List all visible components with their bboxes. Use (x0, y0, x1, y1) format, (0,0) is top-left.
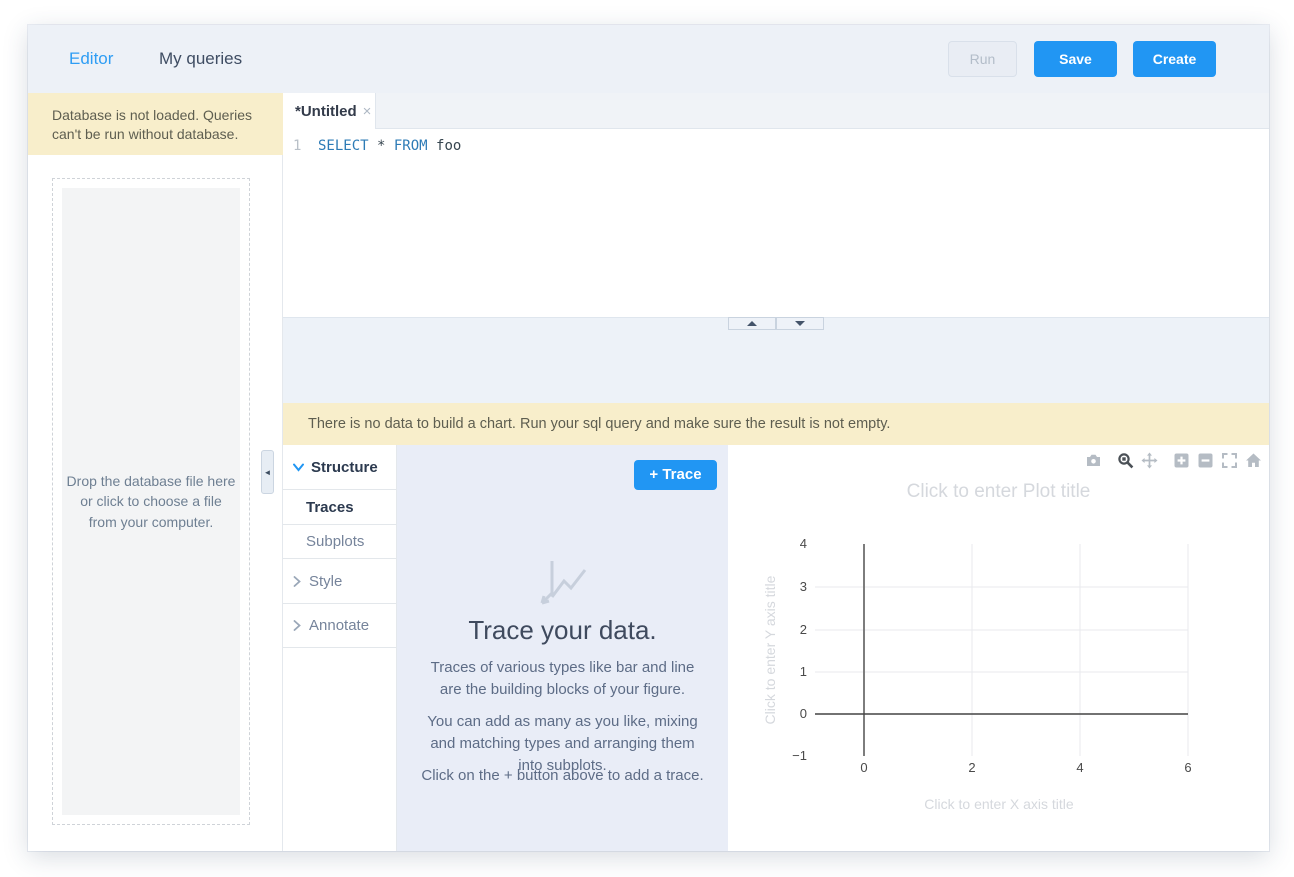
header: Editor My queries Run Save Create (28, 25, 1269, 94)
structure-label: Structure (311, 459, 378, 476)
chevron-down-icon (293, 463, 304, 472)
database-dropzone[interactable]: Drop the database file here or click to … (52, 178, 250, 825)
sql-table-name: foo (428, 138, 462, 154)
chevron-left-icon: ◄ (264, 468, 272, 477)
trace-paragraph-1: Traces of various types like bar and lin… (419, 657, 706, 701)
traces-panel: + Trace Trace your data. Traces of vario… (397, 445, 728, 851)
structure-sidebar: Structure Traces Subplots Style Annotate (283, 445, 397, 851)
traces-label: Traces (306, 499, 354, 516)
x-tick: 4 (1065, 760, 1095, 775)
x-tick: 2 (957, 760, 987, 775)
plot-preview: Click to enter Plot title 4 3 2 1 0 −1 (728, 445, 1269, 851)
sidebar-item-subplots[interactable]: Subplots (283, 525, 396, 559)
chevron-right-icon (293, 576, 301, 587)
sidebar-item-annotate[interactable]: Annotate (283, 604, 396, 648)
triangle-down-icon (795, 321, 805, 326)
chart-empty-warning: There is no data to build a chart. Run y… (283, 403, 1269, 445)
app-window: Editor My queries Run Save Create Databa… (28, 25, 1269, 851)
create-button[interactable]: Create (1133, 41, 1216, 77)
chart-editor: Structure Traces Subplots Style Annotate (283, 445, 1269, 851)
database-warning: Database is not loaded. Queries can't be… (28, 93, 283, 155)
chevron-right-icon (293, 620, 301, 631)
subplots-label: Subplots (306, 533, 364, 550)
annotate-label: Annotate (309, 617, 369, 634)
x-axis-title-placeholder[interactable]: Click to enter X axis title (849, 796, 1149, 812)
dropzone-text: Drop the database file here or click to … (66, 471, 236, 532)
result-header: Table Chart (283, 317, 1269, 403)
sql-keyword-select: SELECT (318, 138, 369, 154)
tab-title: *Untitled (295, 103, 357, 120)
triangle-up-icon (747, 321, 757, 326)
sql-star: * (369, 138, 394, 154)
database-sidebar: Database is not loaded. Queries can't be… (28, 93, 283, 851)
line-chart-icon (538, 557, 588, 607)
x-tick: 0 (849, 760, 879, 775)
add-trace-button[interactable]: + Trace (634, 460, 717, 490)
structure-section-header[interactable]: Structure (283, 445, 396, 490)
splitter-collapse-button[interactable] (776, 317, 824, 330)
query-tabbar: *Untitled × (283, 93, 1269, 129)
plot-grid (728, 445, 1269, 838)
run-button[interactable]: Run (948, 41, 1017, 77)
save-button[interactable]: Save (1034, 41, 1117, 77)
y-tick: 4 (781, 536, 807, 551)
line-number: 1 (293, 138, 301, 154)
y-tick: 0 (781, 706, 807, 721)
sql-keyword-from: FROM (394, 138, 428, 154)
y-axis-title-placeholder[interactable]: Click to enter Y axis title (762, 530, 778, 770)
x-tick: 6 (1173, 760, 1203, 775)
y-tick: 2 (781, 622, 807, 637)
style-label: Style (309, 573, 342, 590)
sidebar-item-traces[interactable]: Traces (283, 490, 396, 525)
splitter-expand-button[interactable] (728, 317, 776, 330)
tab-untitled[interactable]: *Untitled × (283, 93, 376, 130)
sidebar-collapse-handle[interactable]: ◄ (261, 450, 274, 494)
nav-my-queries[interactable]: My queries (159, 49, 242, 69)
tab-close-icon[interactable]: × (363, 103, 372, 120)
nav-editor[interactable]: Editor (69, 49, 113, 69)
trace-headline: Trace your data. (397, 615, 728, 646)
trace-paragraph-3: Click on the + button above to add a tra… (419, 765, 706, 787)
y-tick: 1 (781, 664, 807, 679)
y-tick: −1 (781, 748, 807, 763)
sidebar-item-style[interactable]: Style (283, 559, 396, 604)
main-area: *Untitled × 1 SELECT * FROM foo Table Ch… (283, 93, 1269, 851)
y-tick: 3 (781, 579, 807, 594)
sql-code-line[interactable]: SELECT * FROM foo (318, 138, 461, 154)
sql-editor[interactable]: 1 SELECT * FROM foo (283, 129, 1269, 317)
